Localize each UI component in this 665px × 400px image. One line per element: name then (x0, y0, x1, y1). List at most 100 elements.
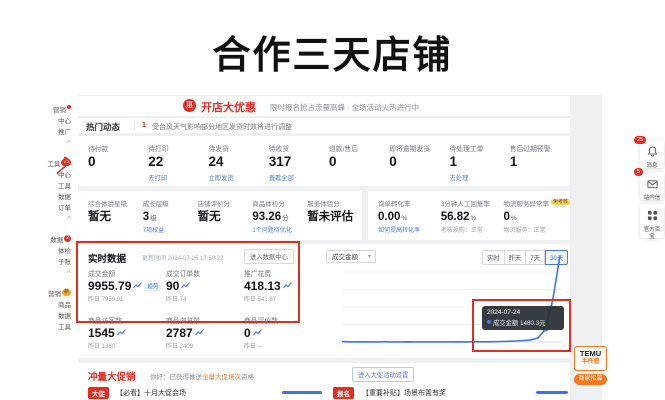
quality-column: 服务体验分 暂未评估 (307, 198, 362, 240)
stat-action-link[interactable]: 立即发货 (209, 173, 269, 182)
messages-widget[interactable]: 25 消息 (640, 140, 664, 168)
stat-label: 待收货 (269, 143, 329, 153)
stat-value: 317 (269, 153, 329, 171)
quality-column: 综合体验星级 暂无 (88, 198, 143, 240)
toolbox-widget[interactable]: 官方百宝 (640, 204, 664, 238)
service-metrics-card: 询单转化率 0.00% 如何提高转化率 3分钟人工回复率 56.82% 考核规则… (368, 191, 570, 240)
sidebar-item-label: ^ (67, 270, 71, 277)
quality-label: 综合体验星级 (88, 201, 127, 208)
quality-unit: 级 (150, 215, 157, 222)
y-tick-label (316, 338, 336, 356)
promo-progress-bar (536, 391, 568, 394)
sidebar-item-label: 体检 (58, 248, 71, 255)
quality-label: 成长层级 (143, 201, 169, 208)
promo-banner[interactable]: 惠 开店大优惠 限时报名抢占流量高峰 · 全场活动火热进行中 (78, 96, 570, 116)
sidebar-item[interactable]: 订单 (58, 203, 71, 214)
mail-icon (647, 179, 658, 189)
service-value: 56.82 (441, 211, 470, 223)
sidebar-item[interactable]: 数据2 (50, 235, 71, 246)
stat-label: 即将逾期发货 (389, 143, 449, 153)
messages-label: 消息 (640, 162, 664, 172)
stat-value: 24 (209, 153, 269, 171)
y-tick-label (316, 303, 336, 321)
banner-subtext: 限时报名抢占流量高峰 · 全场活动火热进行中 (270, 102, 419, 113)
promo-badge-baoming: 报名 (333, 387, 354, 399)
sidebar-item-label: 订单 (58, 205, 71, 212)
sidebar-item-label: ^ (67, 140, 71, 147)
divider (134, 121, 135, 130)
sidebar-item[interactable]: 中心 (58, 116, 71, 127)
service-link[interactable]: 如何提高转化率 (378, 225, 441, 234)
y-tick-label (316, 321, 336, 339)
sidebar-item[interactable]: ^ (67, 138, 71, 149)
trend-icon[interactable] (117, 329, 126, 336)
stat-column: 售后过期预警 1 (510, 143, 570, 186)
stat-value: 0 (389, 153, 449, 171)
sidebar-item[interactable]: 工具 (58, 181, 71, 192)
messages-badge: 25 (634, 136, 646, 144)
sidebar-item[interactable]: 营销新 (48, 289, 71, 300)
promo-item-text[interactable]: 【必看】十月大促会场 (116, 388, 186, 398)
trend-icon[interactable] (195, 329, 204, 336)
service-label: 3分钟人工回复率 (441, 201, 490, 208)
merchant-recruit-button[interactable]: 商家招募 (574, 374, 607, 385)
quality-column: 成长层级 3级 7项权益 (143, 198, 198, 240)
service-label: 物流服务异常率 (504, 201, 550, 208)
sidebar-item-label: 数据 (50, 237, 63, 244)
sidebar-item[interactable]: 工具 (58, 322, 71, 333)
quality-link[interactable]: 7项权益 (143, 225, 198, 234)
promo-badge-dacu: 大促 (88, 387, 109, 399)
stat-column: 即将逾期发货 0 (389, 143, 449, 186)
mini-sidebar: 营销中心推广^工具25中心工具数据订单^数据2体检子账^营销新商品数据工具 (28, 95, 78, 400)
annotation-box-realtime (76, 241, 300, 323)
stat-action-link[interactable]: 去打印 (148, 173, 208, 182)
sidebar-item[interactable]: ^ (67, 214, 71, 225)
promo-desc-link[interactable]: 全量大促场次 (202, 374, 241, 381)
sidebar-item-label: 营销 (48, 291, 61, 298)
inbox-label: 站内信 (640, 194, 664, 204)
sidebar-item[interactable]: 商品 (58, 300, 71, 311)
service-unit: % (511, 215, 517, 222)
quality-value: 93.26 (252, 211, 281, 223)
metric-yesterday: 昨日 1380 (88, 341, 166, 350)
sidebar-item[interactable]: ^ (67, 268, 71, 279)
stat-column: 待发货 24 立即发货 (209, 143, 269, 186)
promo-description: 你好：已获得推送全量大促场次资格 (150, 371, 254, 381)
quality-link[interactable]: 1个问题待优化 (252, 225, 307, 234)
service-value: 0 (504, 211, 510, 223)
sidebar-item-label: 工具 (58, 183, 71, 190)
quality-label: 商品体检分 (252, 201, 285, 208)
hot-news-text[interactable]: 受台风天气影响部分地区发货时效将进行调整 (152, 122, 292, 132)
stat-label: 售后过期预警 (510, 143, 570, 153)
sidebar-badge: 新 (62, 289, 71, 296)
promo-settings-button[interactable]: 进入大促活动设置 (352, 367, 414, 382)
y-tick-label (316, 268, 336, 286)
service-unit: % (471, 215, 477, 222)
temu-banner[interactable]: TEMU 半托管 (574, 346, 607, 371)
promo-desc-suffix: 资格 (241, 374, 254, 381)
promo-item-text[interactable]: 【重要补贴】场景布置有奖 (362, 388, 446, 398)
quality-label: 店铺评价分 (198, 201, 231, 208)
service-column: 询单转化率 0.00% 如何提高转化率 (378, 198, 441, 240)
service-tag: 免考核 (551, 199, 570, 205)
y-tick-label (316, 286, 336, 304)
stat-label: 待发货 (209, 143, 269, 153)
stat-column: 待付款 0 (88, 143, 148, 186)
quality-value: 暂未评估 (307, 211, 353, 223)
sidebar-item[interactable]: 体检 (58, 246, 71, 257)
metric-value: 2787 (166, 326, 193, 340)
sidebar-item[interactable]: 数据 (58, 311, 71, 322)
shop-quality-card: 综合体验星级 暂无 成长层级 3级 7项权益 店铺评价分 暂无 商品体检分 93… (78, 191, 362, 240)
trend-icon[interactable] (253, 329, 262, 336)
sidebar-item[interactable]: 推广 (58, 127, 71, 138)
sidebar-item[interactable]: 子账 (58, 257, 71, 268)
metric-yesterday: 昨日 -- (244, 341, 322, 350)
stat-action-link[interactable]: 查看全部 (269, 173, 329, 182)
sidebar-item[interactable]: 数据 (58, 192, 71, 203)
stat-value: 0 (88, 153, 148, 171)
stat-action-link[interactable]: 去处理 (450, 173, 510, 182)
chart-y-axis (316, 268, 336, 356)
sidebar-item-label: 推广 (58, 129, 71, 136)
inbox-widget[interactable]: 5 站内信 (640, 172, 664, 200)
sidebar-item[interactable]: 营销 (53, 105, 71, 116)
